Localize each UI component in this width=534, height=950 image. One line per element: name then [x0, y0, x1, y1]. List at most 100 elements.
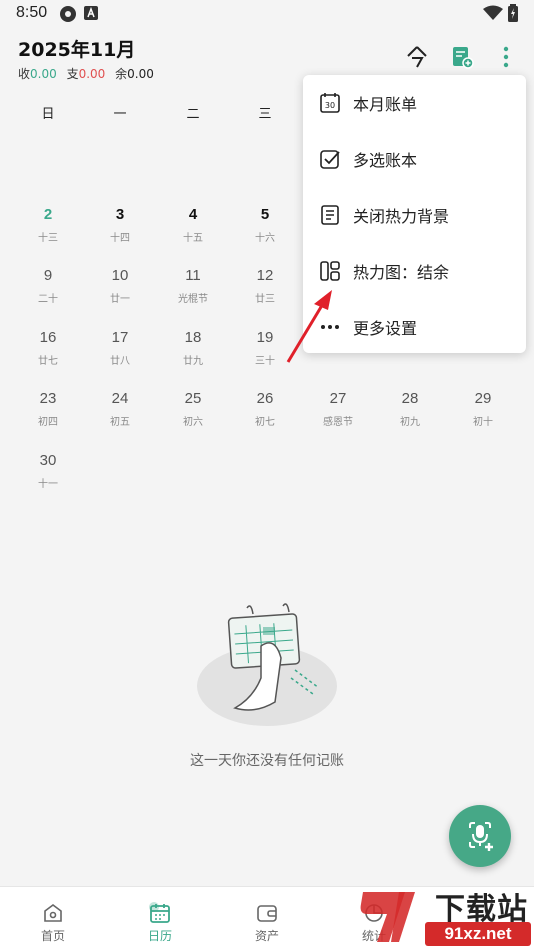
- day-number: 26: [256, 390, 274, 407]
- svg-text:30: 30: [325, 101, 335, 110]
- day-number: 18: [184, 329, 202, 346]
- empty-state-text: 这一天你还没有任何记账: [190, 753, 344, 769]
- day-number: 2: [43, 206, 53, 223]
- nav-assets-label: 资产: [254, 929, 279, 943]
- calendar-day[interactable]: 27 感恩节: [302, 390, 374, 428]
- income-value: 0.00: [30, 67, 57, 81]
- day-number: 25: [184, 390, 202, 407]
- calendar-day[interactable]: 18 廿九: [157, 329, 229, 367]
- checkbox-icon: [320, 150, 340, 169]
- calendar-day[interactable]: 24 初五: [84, 390, 156, 428]
- menu-item-label: 本月账单: [353, 95, 418, 114]
- weekday-mon: 一: [113, 107, 127, 122]
- lunar-date: 十一: [38, 479, 58, 490]
- nav-calendar[interactable]: 日历: [107, 887, 213, 950]
- day-number: 28: [401, 390, 419, 407]
- day-number: 23: [39, 390, 57, 407]
- day-number: 17: [111, 329, 129, 346]
- watermark: 下载站 91xz.net: [355, 878, 534, 950]
- microphone-icon: [469, 822, 493, 851]
- calendar-icon: [149, 902, 170, 923]
- app-status-icon: [84, 6, 98, 20]
- menu-item-label: 关闭热力背景: [353, 207, 450, 226]
- lunar-date: 廿一: [110, 294, 130, 305]
- voice-add-button[interactable]: [449, 805, 511, 867]
- battery-icon: [508, 4, 518, 22]
- today-icon[interactable]: [405, 45, 429, 69]
- calendar-day[interactable]: 9 二十: [12, 267, 84, 305]
- calendar-day[interactable]: 16 廿七: [12, 329, 84, 367]
- menu-item-label: 热力图：结余: [353, 263, 450, 282]
- day-number: 9: [43, 267, 53, 284]
- calendar-day[interactable]: 25 初六: [157, 390, 229, 428]
- menu-item-label: 更多设置: [353, 319, 418, 338]
- calendar-day[interactable]: 5 十六: [229, 206, 301, 244]
- lunar-date: 十三: [38, 233, 58, 244]
- month-title[interactable]: 2025年11月: [18, 35, 135, 62]
- watermark-domain: 91xz.net: [425, 922, 531, 946]
- more-menu-icon[interactable]: [500, 45, 512, 69]
- menu-item-monthly-bill[interactable]: 30 本月账单: [303, 75, 526, 131]
- day-number: 27: [329, 390, 347, 407]
- lunar-date: 廿九: [183, 356, 203, 367]
- day-number: 11: [185, 267, 201, 284]
- calendar-day[interactable]: 28 初九: [374, 390, 446, 428]
- watermark-logo-icon: [360, 892, 415, 942]
- calendar-day[interactable]: 17 廿八: [84, 329, 156, 367]
- lunar-date: 十五: [183, 233, 203, 244]
- weekday-tue: 二: [186, 107, 200, 122]
- settings-status-icon: [60, 6, 76, 22]
- expense-value: 0.00: [78, 67, 106, 81]
- calendar-day[interactable]: 11 光棍节: [157, 267, 229, 305]
- month-summary: 收0.00 支0.00 余0.00: [18, 65, 154, 82]
- day-number: 4: [188, 206, 198, 223]
- weekday-wed: 三: [258, 107, 272, 122]
- wifi-icon: [483, 5, 503, 20]
- calendar-day[interactable]: 10 廿一: [84, 267, 156, 305]
- heatmap-layout-icon: [320, 261, 340, 281]
- nav-home-label: 首页: [40, 929, 65, 943]
- balance-label: 余: [115, 67, 128, 81]
- empty-calendar-illustration: [197, 603, 337, 726]
- nav-calendar-label: 日历: [147, 929, 172, 943]
- lunar-date: 初十: [473, 417, 493, 428]
- lunar-date: 初四: [38, 417, 58, 428]
- lunar-date: 初七: [255, 417, 275, 428]
- lunar-date: 廿八: [110, 356, 130, 367]
- status-time: 8:50: [16, 4, 48, 21]
- expense-label: 支: [66, 67, 79, 81]
- menu-item-close-heat-bg[interactable]: 关闭热力背景: [303, 187, 526, 243]
- home-icon: [44, 904, 62, 922]
- lunar-date: 初九: [400, 417, 420, 428]
- calendar-day[interactable]: 30 十一: [12, 452, 84, 490]
- day-number: 30: [39, 452, 57, 469]
- calendar-day[interactable]: 2 十三: [12, 206, 84, 244]
- calendar-day[interactable]: 3 十四: [84, 206, 156, 244]
- nav-assets[interactable]: 资产: [214, 887, 320, 950]
- annotation-arrow-icon: [286, 290, 332, 363]
- day-number: 10: [111, 267, 129, 284]
- calendar-day[interactable]: 23 初四: [12, 390, 84, 428]
- calendar-day[interactable]: 26 初七: [229, 390, 301, 428]
- calendar-day[interactable]: 29 初十: [447, 390, 519, 428]
- lunar-date: 十六: [255, 233, 275, 244]
- wallet-icon: [257, 905, 277, 922]
- calendar-day[interactable]: 4 十五: [157, 206, 229, 244]
- day-number: 24: [111, 390, 129, 407]
- income-label: 收: [18, 67, 31, 81]
- document-icon: [321, 205, 339, 225]
- add-book-icon[interactable]: [450, 45, 474, 69]
- lunar-date: 光棍节: [178, 294, 208, 305]
- day-number: 12: [256, 267, 274, 284]
- menu-item-multi-book[interactable]: 多选账本: [303, 131, 526, 187]
- day-number: 3: [115, 206, 125, 223]
- calendar-30-icon: 30: [320, 93, 340, 113]
- weekday-sun: 日: [41, 107, 55, 122]
- day-number: 29: [474, 390, 492, 407]
- lunar-date: 二十: [38, 294, 58, 305]
- day-number: 5: [260, 206, 270, 223]
- lunar-date: 感恩节: [323, 417, 353, 428]
- nav-home[interactable]: 首页: [0, 887, 106, 950]
- lunar-date: 初六: [183, 417, 203, 428]
- menu-item-label: 多选账本: [353, 151, 418, 170]
